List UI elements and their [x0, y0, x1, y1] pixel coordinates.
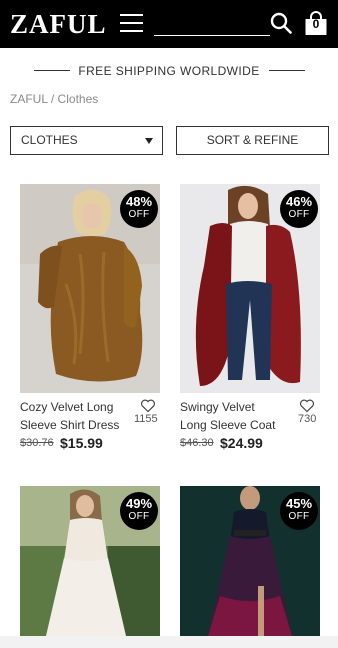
sort-refine-button[interactable]: SORT & REFINE	[176, 126, 329, 155]
heart-icon[interactable]	[299, 398, 315, 413]
discount-percent: 49%	[125, 496, 153, 511]
discount-off-label: OFF	[288, 209, 310, 220]
shipping-banner: FREE SHIPPING WORLDWIDE	[0, 48, 338, 92]
product-title[interactable]: Cozy Velvet Long Sleeve Shirt Dress	[20, 398, 140, 434]
category-select[interactable]: CLOTHES	[10, 126, 163, 155]
bottom-scroll-edge	[0, 636, 338, 648]
category-select-label: CLOTHES	[21, 133, 78, 147]
product-card[interactable]: 45% OFF	[180, 486, 320, 636]
discount-badge: 49% OFF	[120, 492, 158, 530]
discount-percent: 48%	[125, 194, 153, 209]
sale-price: $24.99	[220, 435, 263, 451]
discount-percent: 46%	[285, 194, 313, 209]
breadcrumb[interactable]: ZAFUL / Clothes	[10, 92, 98, 106]
heart-icon[interactable]	[140, 398, 156, 413]
search-icon[interactable]	[270, 12, 292, 34]
discount-off-label: OFF	[288, 511, 310, 522]
original-price: $46.30	[180, 437, 214, 449]
chevron-down-icon	[145, 138, 153, 144]
sale-price: $15.99	[60, 435, 103, 451]
product-card[interactable]: 48% OFF Cozy Velvet Long Sleeve Shirt Dr…	[20, 184, 160, 464]
product-title-line: Long Sleeve Coat	[180, 418, 276, 432]
discount-badge: 45% OFF	[280, 492, 318, 530]
hamburger-menu-icon[interactable]	[120, 14, 143, 32]
product-title[interactable]: Swingy Velvet Long Sleeve Coat	[180, 398, 298, 434]
product-title-line: Sleeve Shirt Dress	[20, 418, 120, 432]
search-input[interactable]	[154, 35, 270, 36]
discount-percent: 45%	[285, 496, 313, 511]
product-title-line: Cozy Velvet Long	[20, 400, 114, 414]
product-title-line: Swingy Velvet	[180, 400, 255, 414]
discount-off-label: OFF	[128, 511, 150, 522]
likes-count: 730	[298, 413, 317, 425]
zaful-logo[interactable]: ZAFUL	[10, 9, 107, 40]
discount-badge: 46% OFF	[280, 190, 318, 228]
likes-count: 1155	[134, 413, 158, 425]
divider-right	[269, 70, 305, 71]
cart-count-badge: 0	[312, 17, 320, 31]
product-card[interactable]: 46% OFF Swingy Velvet Long Sleeve Coat 7…	[180, 184, 320, 464]
original-price: $30.76	[20, 437, 54, 449]
product-card[interactable]: 49% OFF	[20, 486, 160, 636]
discount-badge: 48% OFF	[120, 190, 158, 228]
discount-off-label: OFF	[128, 209, 150, 220]
shipping-text: FREE SHIPPING WORLDWIDE	[78, 64, 260, 78]
top-bar: ZAFUL 0	[0, 0, 338, 48]
